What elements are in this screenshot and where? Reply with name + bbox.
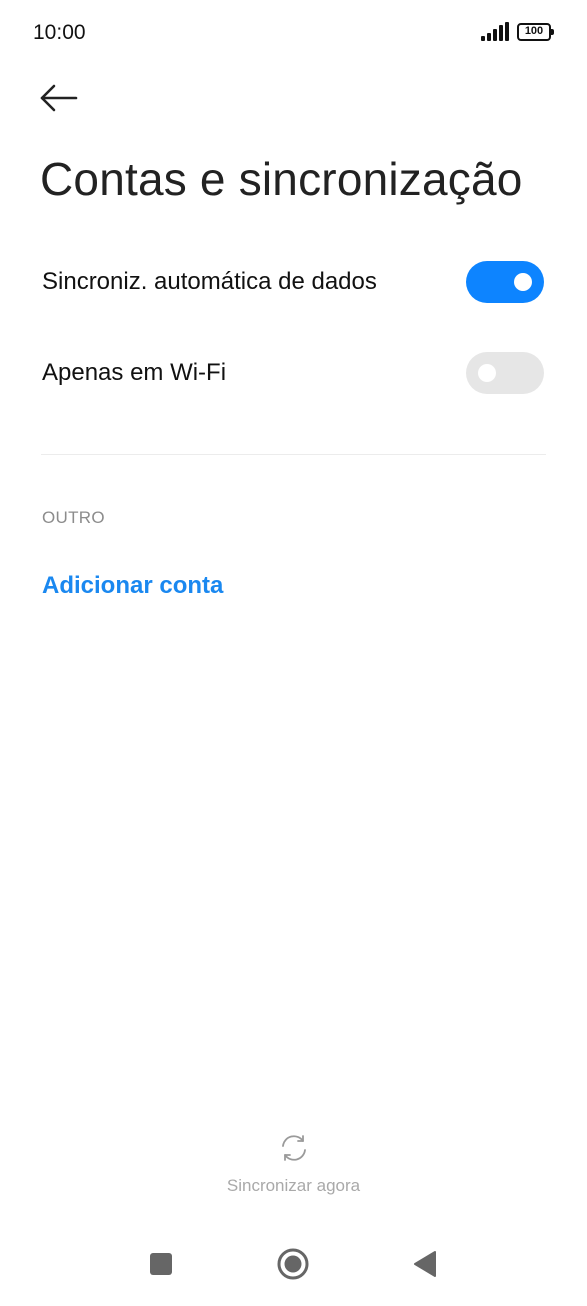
- home-button[interactable]: [273, 1244, 313, 1284]
- triangle-icon: [414, 1251, 436, 1277]
- battery-level: 100: [524, 25, 544, 37]
- wifi-only-row[interactable]: Apenas em Wi-Fi: [0, 336, 587, 410]
- toggle-knob: [478, 364, 496, 382]
- status-bar: 10:00 100: [0, 0, 587, 66]
- wifi-only-label: Apenas em Wi-Fi: [42, 359, 227, 386]
- status-time: 10:00: [33, 21, 86, 44]
- section-header-other: OUTRO: [42, 508, 105, 527]
- add-account-link[interactable]: Adicionar conta: [42, 572, 223, 600]
- auto-sync-toggle[interactable]: [466, 261, 544, 303]
- recents-button[interactable]: [141, 1244, 181, 1284]
- navigation-bar: [0, 1226, 587, 1306]
- divider: [41, 454, 546, 455]
- signal-icon: [481, 22, 509, 41]
- status-icons: 100: [481, 22, 554, 41]
- auto-sync-row[interactable]: Sincroniz. automática de dados: [0, 245, 587, 319]
- back-arrow-icon: [40, 84, 78, 112]
- toggle-knob: [514, 273, 532, 291]
- screen: 10:00 100 Contas e sincronização Sincron…: [0, 0, 587, 1306]
- battery-icon: 100: [517, 22, 554, 41]
- nav-back-button[interactable]: [405, 1244, 445, 1284]
- back-button[interactable]: [36, 78, 82, 118]
- auto-sync-label: Sincroniz. automática de dados: [42, 268, 377, 295]
- sync-now-button[interactable]: Sincronizar agora: [0, 1130, 587, 1204]
- wifi-only-toggle[interactable]: [466, 352, 544, 394]
- circle-icon: [277, 1248, 309, 1280]
- sync-now-label: Sincronizar agora: [226, 1176, 361, 1195]
- sync-icon: [281, 1135, 306, 1161]
- page-title: Contas e sincronização: [40, 153, 523, 205]
- square-icon: [150, 1253, 172, 1275]
